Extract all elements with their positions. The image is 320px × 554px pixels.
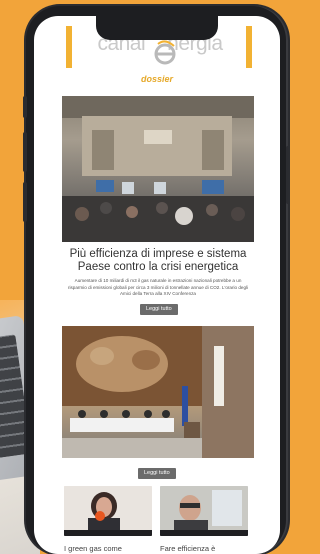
article-description: Aumentare di 10 miliardi di m3 il gas na…: [67, 278, 249, 296]
phone-frame: canal nergia dossier Più efficienza di i…: [23, 6, 290, 554]
mute-switch: [23, 96, 27, 118]
phone-screen: canal nergia dossier Più efficienza di i…: [34, 16, 280, 554]
article-title[interactable]: Più efficienza di imprese e sistema Paes…: [62, 248, 254, 274]
fresco-hall-press-conference-photo[interactable]: [62, 326, 254, 458]
card-title[interactable]: I green gas come: [64, 544, 154, 553]
read-more-button[interactable]: Leggi tutto: [140, 304, 178, 315]
section-label: dossier: [140, 74, 173, 84]
man-speaker-video-thumbnail[interactable]: [160, 486, 248, 536]
card-title[interactable]: Fare efficienza è: [160, 544, 250, 553]
logo-bar-right: [246, 26, 252, 68]
logo-e-icon: [154, 40, 176, 65]
conference-hall-photo[interactable]: [62, 96, 254, 242]
woman-speaker-video-thumbnail[interactable]: [64, 486, 152, 536]
phone-notch: [96, 16, 218, 40]
volume-down-button: [23, 182, 27, 222]
orange-dot-icon: [95, 511, 105, 521]
video-cards: I green gas come Fare efficienza è: [62, 486, 254, 554]
power-button: [286, 146, 290, 204]
read-more-button[interactable]: Leggi tutto: [138, 468, 176, 479]
logo-bar-left: [66, 26, 72, 68]
volume-up-button: [23, 132, 27, 172]
